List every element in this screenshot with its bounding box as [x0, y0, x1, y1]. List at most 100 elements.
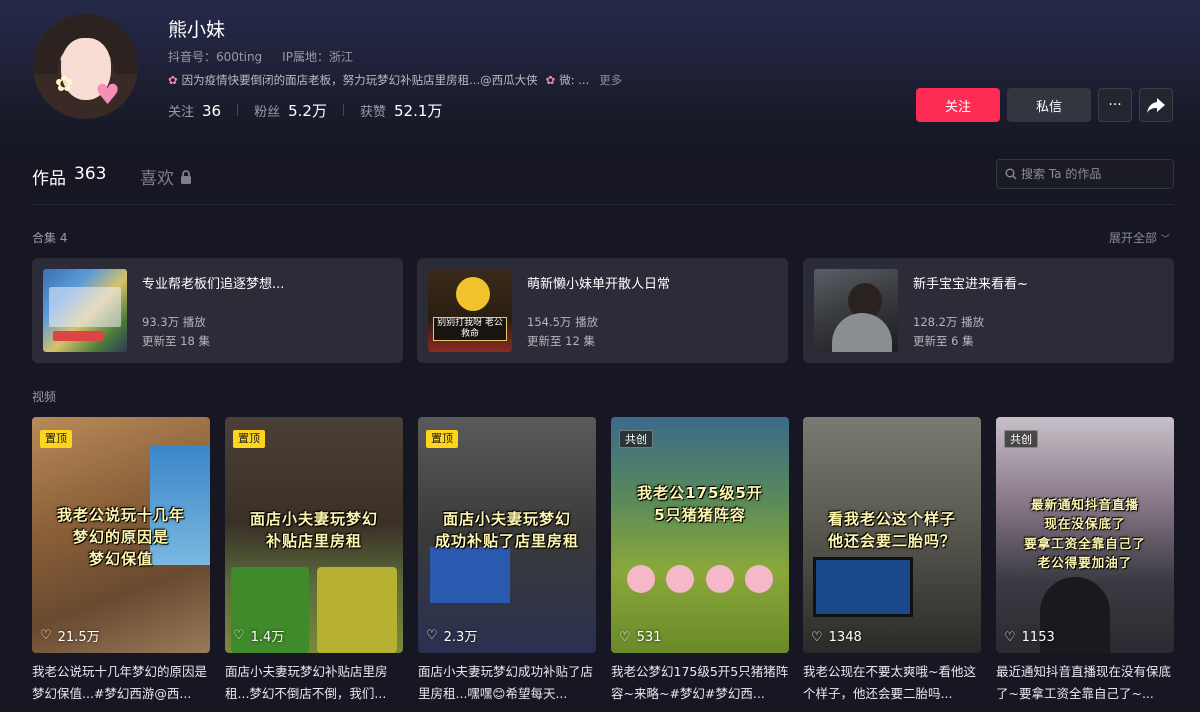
profile-stats: 关注 36 粉丝 5.2万 获赞 52.1万	[168, 100, 442, 121]
video-caption: 我老公说玩十几年 梦幻的原因是 梦幻保值	[56, 506, 185, 568]
search-input[interactable]	[1021, 167, 1161, 181]
divider	[237, 104, 239, 116]
stat-value: 52.1万	[394, 102, 443, 120]
video-card[interactable]: 共创 我老公175级5开 5只猪猪阵容 ♡ 531 我老公梦幻175级5开5只猪…	[611, 417, 789, 705]
collection-title: 新手宝宝进来看看~	[913, 277, 1028, 292]
collection-thumbnail: 别别打我呀 老公救命	[428, 269, 512, 352]
heart-outline-icon: ♡	[426, 628, 438, 643]
pinned-badge: 置顶	[40, 430, 72, 448]
video-title: 我老公现在不要太爽哦~看他这个样子，他还会要二胎吗...	[803, 664, 976, 701]
video-caption: 最新通知抖音直播 现在没保底了 要拿工资全靠自己了 老公得要加油了	[1024, 497, 1146, 571]
search-icon	[1005, 168, 1017, 180]
heart-outline-icon: ♡	[811, 630, 823, 645]
like-value: 531	[636, 630, 662, 645]
collections-label: 合集 4	[32, 231, 68, 245]
bio-wechat: 微: ...	[559, 73, 590, 87]
video-caption: 我老公175级5开 5只猪猪阵容	[637, 484, 763, 524]
like-value: 2.3万	[443, 630, 478, 645]
video-thumbnail: 置顶 我老公说玩十几年 梦幻的原因是 梦幻保值 ♡ 21.5万	[32, 417, 210, 653]
stat-value: 36	[202, 102, 222, 120]
tab-works[interactable]: 作品 363	[32, 164, 106, 189]
stat-followers[interactable]: 粉丝 5.2万	[254, 100, 327, 121]
bio-more-link[interactable]: 更多	[599, 72, 622, 88]
like-count: ♡ 21.5万	[40, 626, 100, 645]
like-count: ♡ 1153	[1004, 630, 1055, 645]
divider	[342, 104, 344, 116]
share-button[interactable]	[1139, 88, 1173, 122]
collection-thumb-caption: 别别打我呀 老公救命	[433, 317, 507, 341]
video-thumbnail: 置顶 面店小夫妻玩梦幻 补贴店里房租 ♡ 1.4万	[225, 417, 403, 653]
heart-outline-icon: ♡	[1004, 630, 1016, 645]
tab-count: 363	[74, 164, 107, 184]
follow-button[interactable]: 关注	[916, 88, 1000, 122]
stat-following[interactable]: 关注 36	[168, 101, 221, 120]
collection-plays: 93.3万 播放	[142, 315, 206, 329]
video-thumbnail: 置顶 面店小夫妻玩梦幻 成功补贴了店里房租 ♡ 2.3万	[418, 417, 596, 653]
collection-card[interactable]: 专业帮老板们追逐梦想... 93.3万 播放 更新至 18 集	[32, 258, 403, 363]
like-value: 21.5万	[57, 630, 100, 645]
stat-label: 粉丝	[254, 105, 281, 120]
video-caption: 面店小夫妻玩梦幻 成功补贴了店里房租	[434, 510, 579, 550]
expand-label: 展开全部	[1109, 231, 1158, 245]
collection-plays: 154.5万 播放	[527, 315, 599, 329]
collection-thumbnail	[814, 269, 898, 352]
ellipsis-icon: ···	[1108, 97, 1122, 113]
stat-label: 关注	[168, 105, 195, 120]
heart-outline-icon: ♡	[233, 628, 245, 643]
message-button[interactable]: 私信	[1007, 88, 1091, 122]
avatar[interactable]: ✿ ♥	[33, 14, 138, 119]
flower-icon: ✿	[55, 72, 74, 97]
stat-label: 获赞	[359, 105, 386, 120]
flower-icon: ✿	[545, 73, 556, 87]
heart-outline-icon: ♡	[619, 630, 631, 645]
video-title: 我老公梦幻175级5开5只猪猪阵容~来略~#梦幻#梦幻西...	[611, 664, 789, 701]
like-value: 1348	[828, 630, 862, 645]
collection-updates: 更新至 6 集	[913, 334, 974, 348]
stat-likes: 获赞 52.1万	[360, 100, 442, 121]
like-count: ♡ 1.4万	[233, 626, 284, 645]
video-card[interactable]: 看我老公这个样子 他还会要二胎吗？ ♡ 1348 我老公现在不要太爽哦~看他这个…	[803, 417, 981, 705]
video-card[interactable]: 置顶 面店小夫妻玩梦幻 补贴店里房租 ♡ 1.4万 面店小夫妻玩梦幻补贴店里房租…	[225, 417, 403, 705]
collection-card[interactable]: 新手宝宝进来看看~ 128.2万 播放 更新至 6 集	[803, 258, 1174, 363]
tab-label: 喜欢	[140, 169, 174, 189]
co-creation-badge: 共创	[619, 430, 653, 448]
like-count: ♡ 531	[619, 630, 661, 645]
video-thumbnail: 共创 最新通知抖音直播 现在没保底了 要拿工资全靠自己了 老公得要加油了 ♡ 1…	[996, 417, 1174, 653]
collection-updates: 更新至 12 集	[527, 334, 595, 348]
like-count: ♡ 1348	[811, 630, 862, 645]
collection-plays: 128.2万 播放	[913, 315, 985, 329]
tab-label: 作品	[32, 169, 66, 189]
more-options-button[interactable]: ···	[1098, 88, 1132, 122]
profile-bio: ✿ 因为疫情快要倒闭的面店老板，努力玩梦幻补贴店里房租...@西瓜大侠 ✿ 微:…	[168, 72, 622, 88]
collection-updates: 更新至 18 集	[142, 334, 210, 348]
co-creation-badge: 共创	[1004, 430, 1038, 448]
ip-location: IP属地：浙江	[282, 50, 353, 64]
video-card[interactable]: 置顶 我老公说玩十几年 梦幻的原因是 梦幻保值 ♡ 21.5万 我老公说玩十几年…	[32, 417, 210, 705]
video-title: 我老公说玩十几年梦幻的原因是梦幻保值...#梦幻西游@西...	[32, 664, 208, 701]
video-card[interactable]: 共创 最新通知抖音直播 现在没保底了 要拿工资全靠自己了 老公得要加油了 ♡ 1…	[996, 417, 1174, 705]
pinned-badge: 置顶	[233, 430, 265, 448]
pinned-badge: 置顶	[426, 430, 458, 448]
douyin-id: 抖音号：600ting	[168, 50, 263, 64]
flower-icon: ✿	[168, 73, 178, 87]
search-box[interactable]	[996, 159, 1174, 189]
share-icon	[1147, 98, 1165, 113]
like-count: ♡ 2.3万	[426, 626, 477, 645]
tab-likes[interactable]: 喜欢	[140, 164, 192, 189]
video-thumbnail: 共创 我老公175级5开 5只猪猪阵容 ♡ 531	[611, 417, 789, 653]
bio-text: 因为疫情快要倒闭的面店老板，努力玩梦幻补贴店里房租...@西瓜大侠	[181, 73, 538, 87]
video-title: 最近通知抖音直播现在没有保底了~要拿工资全靠自己了~...	[996, 664, 1172, 701]
chevron-down-icon: ﹀	[1160, 235, 1170, 245]
videos-label: 视频	[32, 390, 57, 404]
profile-meta: 抖音号：600ting IP属地：浙江	[168, 48, 353, 65]
video-card[interactable]: 置顶 面店小夫妻玩梦幻 成功补贴了店里房租 ♡ 2.3万 面店小夫妻玩梦幻成功补…	[418, 417, 596, 705]
heart-icon: ♥	[95, 78, 121, 111]
video-thumbnail: 看我老公这个样子 他还会要二胎吗？ ♡ 1348	[803, 417, 981, 653]
expand-all-link[interactable]: 展开全部 ﹀	[1109, 229, 1170, 246]
stat-value: 5.2万	[288, 102, 327, 120]
collection-thumbnail	[43, 269, 127, 352]
lock-icon	[181, 169, 191, 184]
like-value: 1153	[1021, 630, 1055, 645]
video-caption: 面店小夫妻玩梦幻 补贴店里房租	[249, 510, 378, 550]
collection-card[interactable]: 别别打我呀 老公救命 萌新懒小妹单开散人日常 154.5万 播放 更新至 12 …	[417, 258, 788, 363]
